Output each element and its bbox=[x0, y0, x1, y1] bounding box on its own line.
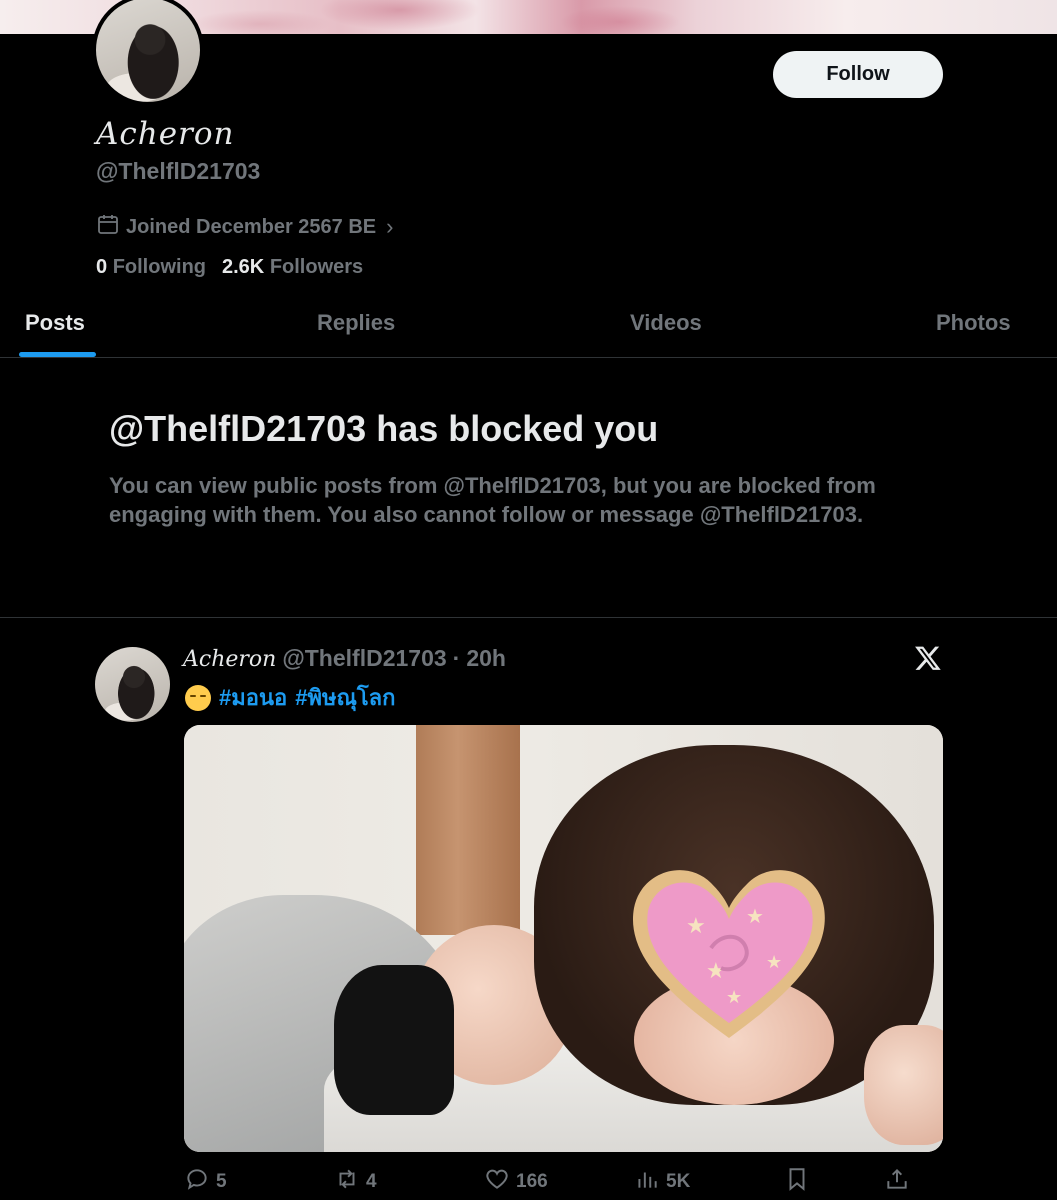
views-icon bbox=[634, 1166, 660, 1198]
joined-label: Joined December 2567 BE bbox=[126, 215, 377, 238]
svg-text:★: ★ bbox=[686, 913, 706, 938]
post-photo[interactable]: ★ ★ ★ ★ ★ bbox=[184, 725, 943, 1152]
bookmark-icon bbox=[784, 1166, 810, 1198]
svg-text:★: ★ bbox=[746, 906, 764, 928]
hashtag-link[interactable]: #พิษณุโลก bbox=[295, 680, 395, 715]
calendar-icon bbox=[96, 212, 120, 242]
post-actions: 5 4 166 5K bbox=[184, 1166, 924, 1196]
share-button[interactable] bbox=[884, 1166, 910, 1198]
photo-hand bbox=[864, 1025, 943, 1145]
followers-label: Followers bbox=[269, 256, 364, 278]
following-label: Following bbox=[112, 256, 206, 278]
chevron-right-icon: › bbox=[386, 214, 394, 239]
post-time[interactable]: 20h bbox=[466, 645, 506, 672]
followers-count: 2.6K bbox=[222, 256, 265, 278]
profile-avatar[interactable] bbox=[92, 0, 204, 106]
photo-black-top bbox=[334, 965, 454, 1115]
display-name: Acheron bbox=[96, 116, 235, 152]
blocked-message: You can view public posts from @ThelflD2… bbox=[109, 473, 876, 527]
tab-posts[interactable]: Posts bbox=[25, 310, 85, 336]
section-divider bbox=[0, 617, 1057, 618]
tab-replies[interactable]: Replies bbox=[317, 310, 395, 336]
followers-link[interactable]: 2.6K Followers bbox=[222, 256, 363, 279]
follow-button[interactable]: Follow bbox=[773, 51, 943, 98]
pensive-face-emoji bbox=[185, 684, 211, 711]
post-separator: · bbox=[452, 645, 461, 671]
post-author-name[interactable]: Acheron bbox=[183, 647, 276, 672]
tab-videos[interactable]: Videos bbox=[630, 310, 702, 336]
reply-button[interactable]: 5 bbox=[184, 1166, 227, 1198]
active-tab-indicator bbox=[19, 352, 96, 357]
post-text: #มอนอ #พิษณุโลก bbox=[185, 680, 395, 715]
joined-date[interactable]: Joined December 2567 BE › bbox=[96, 212, 393, 242]
svg-text:★: ★ bbox=[726, 987, 742, 1007]
post-header: Acheron @ThelflD21703 · 20h bbox=[183, 645, 506, 672]
profile-tabs: Posts Replies Videos Photos bbox=[0, 300, 1057, 358]
post-author-handle[interactable]: @ThelflD21703 bbox=[282, 645, 446, 672]
post-author-avatar[interactable] bbox=[95, 647, 170, 722]
repost-count: 4 bbox=[366, 1171, 377, 1192]
like-button[interactable]: 166 bbox=[484, 1166, 548, 1198]
repost-icon bbox=[334, 1166, 360, 1198]
reply-icon bbox=[184, 1166, 210, 1198]
bookmark-button[interactable] bbox=[784, 1166, 810, 1198]
x-logo-icon bbox=[914, 644, 942, 672]
views-count: 5K bbox=[666, 1171, 691, 1192]
views-button[interactable]: 5K bbox=[634, 1166, 690, 1198]
photo-headboard bbox=[416, 725, 520, 935]
heart-icon bbox=[484, 1166, 510, 1198]
svg-text:★: ★ bbox=[766, 952, 782, 972]
following-count: 0 bbox=[96, 256, 108, 278]
like-count: 166 bbox=[516, 1171, 548, 1192]
reply-count: 5 bbox=[216, 1171, 227, 1192]
hashtag-link[interactable]: #มอนอ bbox=[219, 680, 287, 715]
share-icon bbox=[884, 1166, 910, 1198]
blocked-title: @ThelflD21703 has blocked you bbox=[109, 408, 659, 449]
follow-stats: 0 Following 2.6K Followers bbox=[96, 256, 363, 279]
heart-cookie-sticker: ★ ★ ★ ★ ★ bbox=[632, 870, 825, 1038]
tab-photos[interactable]: Photos bbox=[936, 310, 1011, 336]
repost-button[interactable]: 4 bbox=[334, 1166, 377, 1198]
profile-handle: @ThelflD21703 bbox=[96, 158, 261, 184]
following-link[interactable]: 0 Following bbox=[96, 256, 206, 279]
